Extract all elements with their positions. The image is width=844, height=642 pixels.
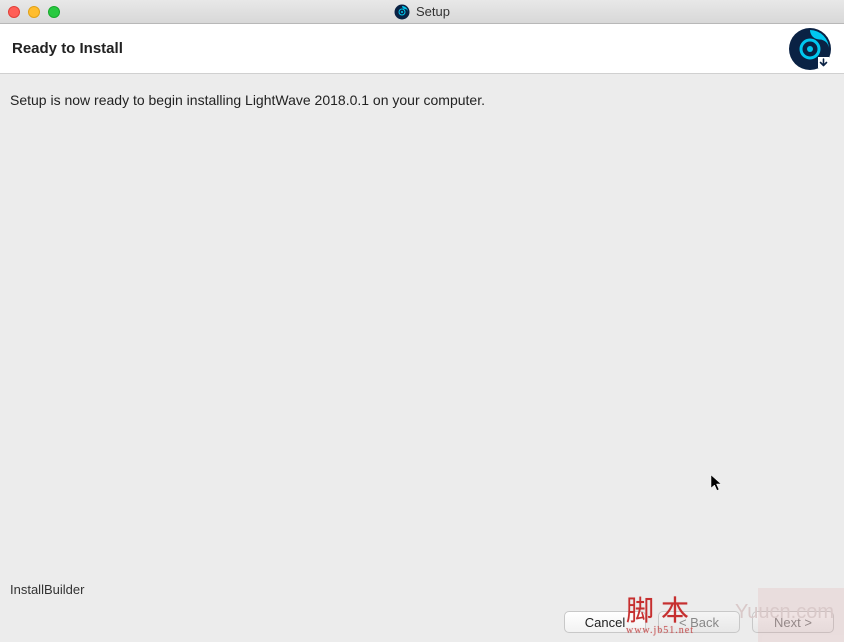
window-title: Setup [416,4,450,19]
window-controls [8,6,60,18]
footer: InstallBuilder Cancel < Back Next > [0,574,844,642]
titlebar: Setup [0,0,844,24]
back-button[interactable]: < Back [658,611,740,633]
app-logo-icon [788,27,832,71]
app-icon [394,4,410,20]
page-title: Ready to Install [12,40,123,57]
titlebar-title-group: Setup [394,4,450,20]
builder-label: InstallBuilder [10,582,834,597]
minimize-window-button[interactable] [28,6,40,18]
cancel-button[interactable]: Cancel [564,611,646,633]
header: Ready to Install [0,24,844,74]
next-button[interactable]: Next > [752,611,834,633]
close-window-button[interactable] [8,6,20,18]
install-message: Setup is now ready to begin installing L… [10,92,834,108]
button-row: Cancel < Back Next > [10,611,834,633]
zoom-window-button[interactable] [48,6,60,18]
content-area: Setup is now ready to begin installing L… [0,74,844,574]
